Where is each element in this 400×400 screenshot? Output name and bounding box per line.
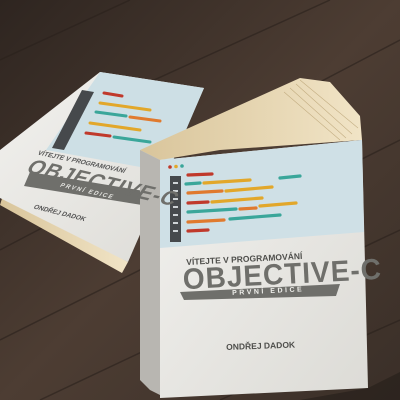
front-book-line-numbers	[170, 176, 181, 242]
book-photo	[0, 0, 400, 400]
